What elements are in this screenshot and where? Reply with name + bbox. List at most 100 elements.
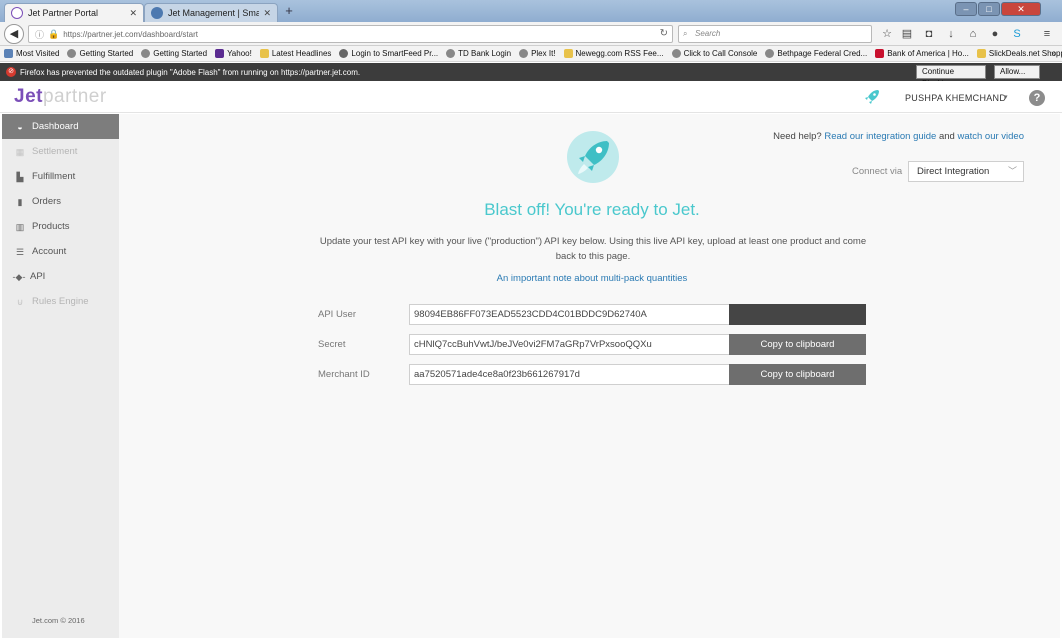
orders-icon: ▮	[17, 196, 23, 207]
window-minimize-button[interactable]: –	[955, 2, 977, 16]
secret-label: Secret	[318, 339, 346, 350]
copy-merchant-id-button[interactable]: Copy to clipboard	[729, 364, 866, 385]
browser-navbar: ◀ ⓘ 🔒 https://partner.jet.com/dashboard/…	[0, 22, 1062, 46]
sidebar-item-products[interactable]: ▥ Products	[2, 214, 119, 239]
window-maximize-button[interactable]: □	[978, 2, 1000, 16]
bookmark-item[interactable]: Latest Headlines	[259, 49, 331, 58]
close-tab-icon[interactable]: ✕	[263, 8, 271, 19]
rules-engine-icon: ⊍	[16, 296, 24, 307]
reading-list-icon[interactable]: ▤	[900, 27, 914, 41]
search-icon: ⌕	[683, 29, 688, 38]
help-icon[interactable]: ?	[1029, 90, 1045, 106]
url-bar[interactable]: ⓘ 🔒 https://partner.jet.com/dashboard/st…	[28, 25, 673, 43]
search-placeholder: Search	[695, 29, 721, 38]
globe-icon	[671, 49, 681, 58]
bookmark-item[interactable]: Plex It!	[519, 49, 556, 58]
menu-icon[interactable]: ≡	[1040, 27, 1054, 41]
dashboard-icon: ◒	[17, 121, 23, 132]
products-icon: ▥	[15, 221, 25, 232]
user-menu[interactable]: PUSHPA KHEMCHAND	[905, 93, 1006, 103]
plugin-blocked-icon: ⊘	[6, 67, 16, 77]
watch-video-link[interactable]: watch our video	[957, 131, 1024, 142]
fulfillment-icon: ▙	[16, 171, 24, 182]
tab-jet-management[interactable]: Jet Management | SmartFe... ✕	[144, 3, 278, 22]
connect-via-label: Connect via	[852, 166, 903, 177]
copyright-footer: Jet.com © 2016	[32, 616, 85, 625]
tab-title: Jet Partner Portal	[28, 8, 99, 18]
skype-icon[interactable]: S	[1010, 27, 1024, 41]
url-text: https://partner.jet.com/dashboard/start	[63, 29, 198, 39]
api-icon: -◆-	[12, 271, 26, 282]
merchant-id-field[interactable]	[409, 364, 730, 385]
rocket-icon	[567, 131, 619, 183]
globe-icon	[446, 49, 456, 58]
bookmark-item[interactable]: Click to Call Console	[671, 49, 757, 58]
secret-field[interactable]	[409, 334, 730, 355]
continue-blocking-button[interactable]: Continue Blocking	[916, 65, 986, 88]
rocket-icon	[865, 90, 879, 104]
bookmark-item[interactable]: Newegg.com RSS Fee...	[563, 49, 664, 58]
multipack-note-link[interactable]: An important note about multi-pack quant…	[119, 273, 1062, 284]
api-user-field[interactable]	[409, 304, 730, 325]
bookmark-item[interactable]: Getting Started	[67, 49, 133, 58]
bookmark-star-icon[interactable]: ☆	[880, 27, 894, 41]
bookmark-item[interactable]: Getting Started	[141, 49, 207, 58]
bookmarks-overflow-icon[interactable]: »	[1051, 48, 1056, 58]
sidebar-item-rules-engine: ⊍ Rules Engine	[2, 289, 119, 314]
bank-of-america-icon	[875, 49, 885, 58]
jet-favicon-icon	[11, 7, 23, 19]
settlement-icon: ▦	[15, 146, 25, 157]
jet-partner-logo[interactable]: Jetpartner	[14, 86, 107, 108]
copy-secret-button[interactable]: Copy to clipboard	[729, 334, 866, 355]
connect-via-select[interactable]: Direct Integration ﹀	[908, 161, 1024, 182]
bookmarks-bar: Most Visited Getting Started Getting Sta…	[0, 46, 1062, 62]
browser-titlebar: Jet Partner Portal ✕ Jet Management | Sm…	[0, 0, 1062, 22]
bookmark-item[interactable]: Most Visited	[4, 49, 59, 58]
tab-jet-partner-portal[interactable]: Jet Partner Portal ✕	[4, 3, 144, 22]
tab-title: Jet Management | SmartFe...	[168, 8, 260, 18]
sidebar-item-fulfillment[interactable]: ▙ Fulfillment	[2, 164, 119, 189]
globe-icon	[141, 49, 151, 58]
bookmark-item[interactable]: Yahoo!	[215, 49, 252, 58]
lock-icon: 🔒	[48, 28, 60, 39]
pocket-icon[interactable]: ◘	[922, 27, 936, 41]
account-icon: ☰	[15, 246, 25, 257]
bookmark-item[interactable]: Bethpage Federal Cred...	[765, 49, 867, 58]
chat-icon[interactable]: ●	[988, 27, 1002, 41]
sidebar-item-orders[interactable]: ▮ Orders	[2, 189, 119, 214]
api-user-label: API User	[318, 309, 357, 320]
yahoo-icon	[215, 49, 225, 58]
search-input[interactable]: ⌕ Search	[678, 25, 872, 43]
home-icon[interactable]: ⌂	[966, 27, 980, 41]
page-title: Blast off! You're ready to Jet.	[484, 200, 700, 219]
chevron-down-icon[interactable]: ▾	[1004, 93, 1008, 101]
instructions-text: Update your test API key with your live …	[319, 236, 867, 262]
plugin-notice-text: Firefox has prevented the outdated plugi…	[20, 67, 361, 77]
chevron-down-icon: ﹀	[1007, 166, 1017, 176]
reload-icon[interactable]: ↻	[660, 28, 668, 39]
main-content: Need help? Read our integration guide an…	[119, 114, 1060, 638]
back-button[interactable]: ◀	[4, 24, 24, 44]
globe-icon	[519, 49, 529, 58]
sidebar: ◒ Dashboard ▦ Settlement ▙ Fulfillment ▮…	[2, 114, 119, 638]
allow-button[interactable]: Allow...	[994, 65, 1040, 79]
sidebar-item-account[interactable]: ☰ Account	[2, 239, 119, 264]
window-close-button[interactable]: ✕	[1001, 2, 1041, 16]
integration-guide-link[interactable]: Read our integration guide	[824, 131, 936, 142]
merchant-id-label: Merchant ID	[318, 369, 370, 380]
close-tab-icon[interactable]: ✕	[129, 8, 137, 19]
folder-icon	[259, 49, 269, 58]
bookmark-item[interactable]: Login to SmartFeed Pr...	[339, 49, 438, 58]
folder-icon	[976, 49, 986, 58]
site-info-icon[interactable]: ⓘ	[35, 28, 44, 41]
download-icon[interactable]: ↓	[944, 27, 958, 41]
sidebar-item-dashboard[interactable]: ◒ Dashboard	[2, 114, 119, 139]
globe-icon	[765, 49, 775, 58]
bookmark-item[interactable]: TD Bank Login	[446, 49, 511, 58]
bookmark-item[interactable]: Bank of America | Ho...	[875, 49, 969, 58]
copy-api-user-button[interactable]	[729, 304, 866, 325]
bookmark-item[interactable]: SlickDeals.net Shoppin...	[976, 49, 1062, 58]
new-tab-button[interactable]: +	[282, 4, 296, 18]
sidebar-item-api[interactable]: -◆- API	[2, 264, 119, 289]
globe-icon	[67, 49, 77, 58]
